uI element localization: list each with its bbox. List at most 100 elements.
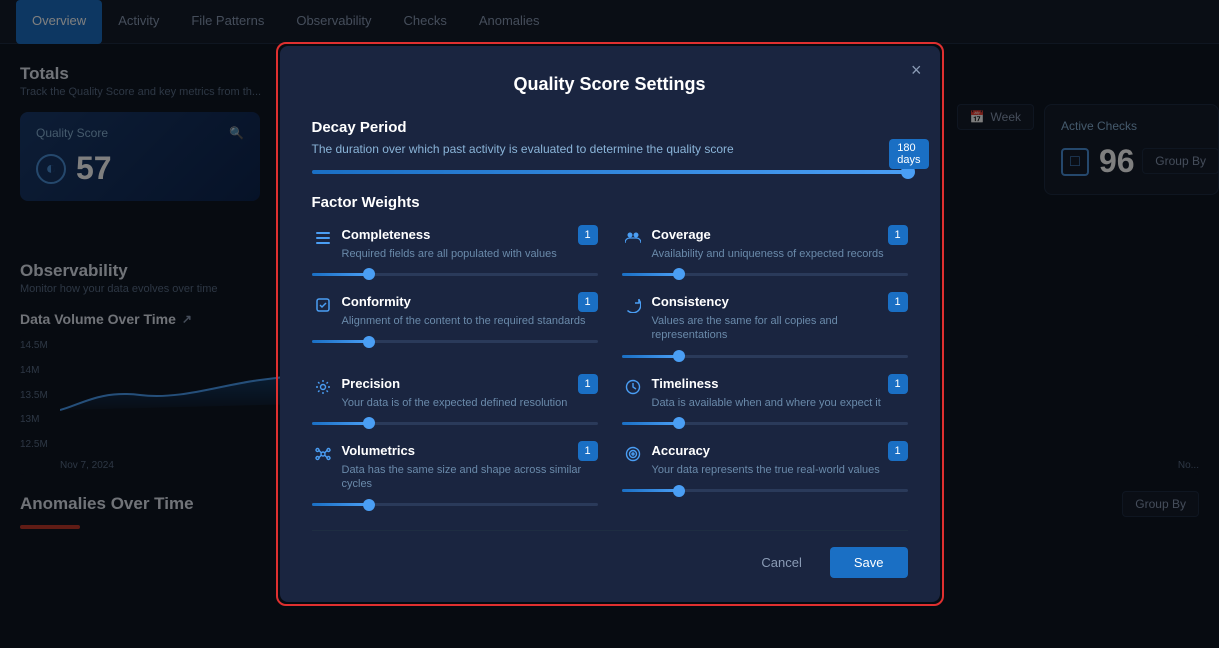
factor-coverage-name-row: Coverage 1 <box>652 225 908 245</box>
factor-volumetrics: Volumetrics 1 Data has the same size and… <box>312 441 598 507</box>
factor-conformity-thumb[interactable] <box>363 336 375 348</box>
factor-completeness-text: Completeness 1 Required fields are all p… <box>342 225 598 261</box>
factor-timeliness-name: Timeliness <box>652 376 719 391</box>
factor-volumetrics-desc: Data has the same size and shape across … <box>342 463 598 492</box>
factor-conformity-name: Conformity <box>342 294 411 309</box>
factors-grid: Completeness 1 Required fields are all p… <box>312 225 908 507</box>
factor-accuracy-desc: Your data represents the true real-world… <box>652 463 908 477</box>
factor-timeliness-text: Timeliness 1 Data is available when and … <box>652 374 908 410</box>
factor-accuracy-badge: 1 <box>888 441 908 461</box>
factor-precision-slider <box>312 422 598 425</box>
factor-timeliness-track <box>622 422 908 425</box>
factor-conformity-desc: Alignment of the content to the required… <box>342 314 598 328</box>
factor-precision-name-row: Precision 1 <box>342 374 598 394</box>
factor-consistency-slider <box>622 355 908 358</box>
factor-volumetrics-text: Volumetrics 1 Data has the same size and… <box>342 441 598 492</box>
factor-timeliness-slider <box>622 422 908 425</box>
factor-timeliness: Timeliness 1 Data is available when and … <box>622 374 908 425</box>
refresh-icon <box>622 294 644 316</box>
factor-completeness-name-row: Completeness 1 <box>342 225 598 245</box>
factor-coverage-slider <box>622 273 908 276</box>
factor-coverage-desc: Availability and uniqueness of expected … <box>652 247 908 261</box>
factor-conformity-slider <box>312 340 598 343</box>
factor-completeness: Completeness 1 Required fields are all p… <box>312 225 598 276</box>
factor-precision: Precision 1 Your data is of the expected… <box>312 374 598 425</box>
factor-weights-title: Factor Weights <box>312 194 908 211</box>
decay-slider-container: 180 days <box>312 170 908 174</box>
settings-icon <box>312 376 334 398</box>
modal-footer: Cancel Save <box>312 530 908 578</box>
factor-accuracy-name: Accuracy <box>652 443 711 458</box>
factor-precision-thumb[interactable] <box>363 417 375 429</box>
factor-completeness-header: Completeness 1 Required fields are all p… <box>312 225 598 261</box>
factor-consistency-name-row: Consistency 1 <box>652 292 908 312</box>
factor-volumetrics-name-row: Volumetrics 1 <box>342 441 598 461</box>
factor-conformity-header: Conformity 1 Alignment of the content to… <box>312 292 598 328</box>
factor-precision-fill <box>312 422 369 425</box>
modal-title: Quality Score Settings <box>312 74 908 95</box>
modal-highlight: × Quality Score Settings Decay Period Th… <box>276 42 944 607</box>
factor-precision-text: Precision 1 Your data is of the expected… <box>342 374 598 410</box>
factor-conformity-badge: 1 <box>578 292 598 312</box>
factor-consistency-thumb[interactable] <box>673 350 685 362</box>
factor-consistency-header: Consistency 1 Values are the same for al… <box>622 292 908 343</box>
factor-timeliness-fill <box>622 422 679 425</box>
factor-conformity-name-row: Conformity 1 <box>342 292 598 312</box>
factor-completeness-fill <box>312 273 369 276</box>
factor-precision-header: Precision 1 Your data is of the expected… <box>312 374 598 410</box>
factor-precision-desc: Your data is of the expected defined res… <box>342 396 598 410</box>
cancel-button[interactable]: Cancel <box>745 547 817 578</box>
decay-slider-track: 180 days <box>312 170 908 174</box>
factor-coverage-track <box>622 273 908 276</box>
modal-close-button[interactable]: × <box>911 60 922 81</box>
target-icon <box>622 443 644 465</box>
modal-overlay: × Quality Score Settings Decay Period Th… <box>0 0 1219 648</box>
save-button[interactable]: Save <box>830 547 908 578</box>
factor-precision-name: Precision <box>342 376 401 391</box>
clock-icon <box>622 376 644 398</box>
factor-timeliness-thumb[interactable] <box>673 417 685 429</box>
factor-consistency: Consistency 1 Values are the same for al… <box>622 292 908 358</box>
factor-timeliness-badge: 1 <box>888 374 908 394</box>
factor-consistency-name: Consistency <box>652 294 729 309</box>
factor-consistency-fill <box>622 355 679 358</box>
check-square-icon <box>312 294 334 316</box>
factor-conformity-fill <box>312 340 369 343</box>
factor-completeness-thumb[interactable] <box>363 268 375 280</box>
decay-period-description: The duration over which past activity is… <box>312 142 908 156</box>
factor-coverage: Coverage 1 Availability and uniqueness o… <box>622 225 908 276</box>
factor-precision-track <box>312 422 598 425</box>
decay-period-title: Decay Period <box>312 119 908 136</box>
users-icon <box>622 227 644 249</box>
factor-completeness-track <box>312 273 598 276</box>
factor-coverage-badge: 1 <box>888 225 908 245</box>
factor-volumetrics-fill <box>312 503 369 506</box>
factor-completeness-slider <box>312 273 598 276</box>
factor-volumetrics-badge: 1 <box>578 441 598 461</box>
factor-consistency-text: Consistency 1 Values are the same for al… <box>652 292 908 343</box>
factor-conformity: Conformity 1 Alignment of the content to… <box>312 292 598 358</box>
factor-timeliness-header: Timeliness 1 Data is available when and … <box>622 374 908 410</box>
factor-accuracy-header: Accuracy 1 Your data represents the true… <box>622 441 908 477</box>
factor-coverage-thumb[interactable] <box>673 268 685 280</box>
factor-timeliness-desc: Data is available when and where you exp… <box>652 396 908 410</box>
factor-accuracy-thumb[interactable] <box>673 485 685 497</box>
decay-slider-thumb[interactable]: 180 days <box>901 165 915 179</box>
factor-completeness-name: Completeness <box>342 227 431 242</box>
list-icon <box>312 227 334 249</box>
factor-volumetrics-thumb[interactable] <box>363 499 375 511</box>
decay-slider-fill <box>312 170 908 174</box>
factor-volumetrics-slider <box>312 503 598 506</box>
factor-consistency-track <box>622 355 908 358</box>
factor-conformity-track <box>312 340 598 343</box>
factor-volumetrics-track <box>312 503 598 506</box>
factor-coverage-fill <box>622 273 679 276</box>
factor-accuracy-track <box>622 489 908 492</box>
quality-score-settings-modal: × Quality Score Settings Decay Period Th… <box>280 46 940 603</box>
factor-consistency-desc: Values are the same for all copies and r… <box>652 314 908 343</box>
factor-volumetrics-header: Volumetrics 1 Data has the same size and… <box>312 441 598 492</box>
decay-slider-badge: 180 days <box>889 139 928 169</box>
factor-consistency-badge: 1 <box>888 292 908 312</box>
factor-timeliness-name-row: Timeliness 1 <box>652 374 908 394</box>
factor-accuracy-fill <box>622 489 679 492</box>
